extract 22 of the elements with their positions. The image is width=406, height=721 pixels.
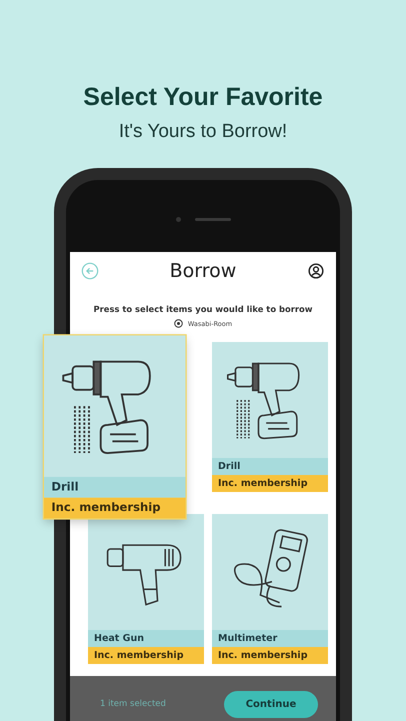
subheadline: It's Yours to Borrow!: [118, 120, 288, 144]
item-name: Multimeter: [212, 630, 328, 647]
membership-tag: Inc. membership: [212, 647, 328, 664]
location-pin-icon: [174, 319, 183, 328]
membership-tag: Inc. membership: [88, 647, 204, 664]
item-card[interactable]: Multimeter Inc. membership: [212, 514, 328, 664]
speaker-icon: [194, 218, 230, 220]
profile-button[interactable]: [306, 261, 326, 281]
item-name: Heat Gun: [88, 630, 204, 647]
membership-tag: Inc. membership: [44, 498, 186, 518]
headline: Select Your Favorite: [83, 82, 323, 112]
item-name: Drill: [44, 476, 186, 498]
item-card[interactable]: Heat Gun Inc. membership: [88, 514, 204, 664]
item-card[interactable]: Drill Inc. membership: [44, 335, 186, 518]
continue-button[interactable]: Continue: [224, 690, 318, 718]
selection-count: 1 item selected: [100, 699, 166, 709]
item-card[interactable]: Drill Inc. membership: [212, 342, 328, 492]
camera-icon: [176, 216, 180, 222]
membership-tag: Inc. membership: [212, 475, 328, 492]
screen-title: Borrow: [170, 260, 236, 282]
instruction-text: Press to select items you would like to borrow: [92, 304, 314, 314]
item-name: Drill: [212, 458, 328, 475]
